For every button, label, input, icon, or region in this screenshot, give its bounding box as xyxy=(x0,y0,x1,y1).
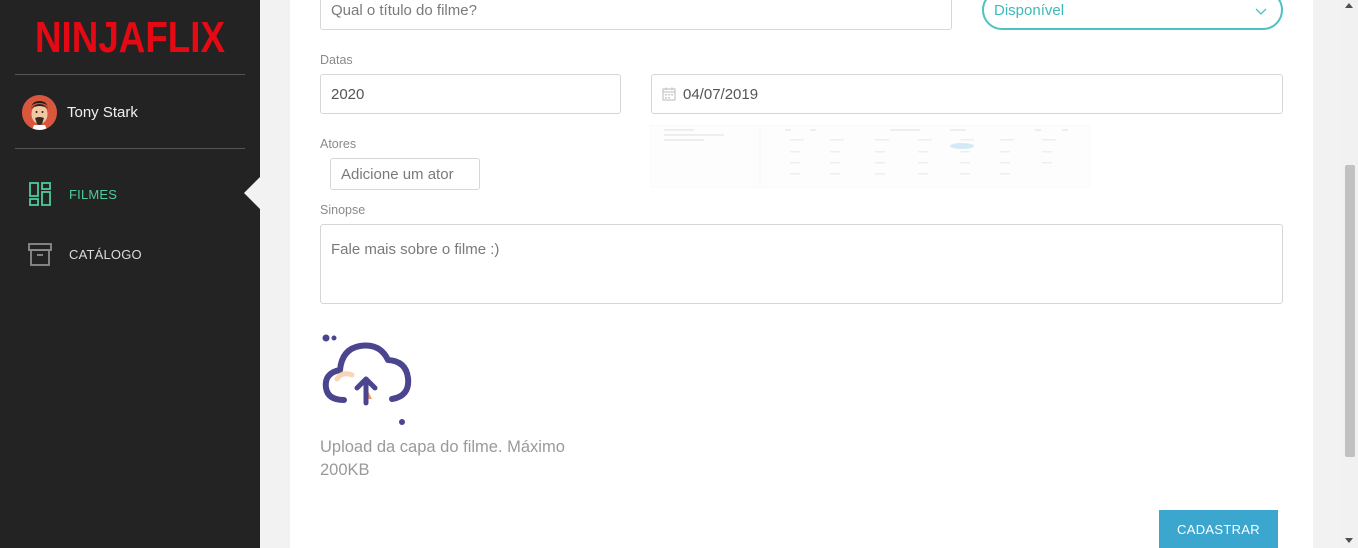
chevron-down-icon xyxy=(1255,8,1267,15)
ninjaflix-logo[interactable]: NINJAFLIX xyxy=(34,12,226,62)
sidebar-item-filmes[interactable]: FILMES xyxy=(28,181,117,207)
page-scrollbar[interactable] xyxy=(1341,0,1358,548)
active-indicator xyxy=(244,177,260,209)
sidebar: NINJAFLIX Tony Stark FILMES CATÁLOGO xyxy=(0,0,260,548)
dashboard-icon xyxy=(29,182,51,206)
status-select-value: Disponível xyxy=(994,1,1065,19)
release-date-value: 04/07/2019 xyxy=(683,85,759,103)
datepicker-popup-ghost xyxy=(650,125,1090,188)
user-profile[interactable]: Tony Stark xyxy=(22,95,138,130)
user-name: Tony Stark xyxy=(67,104,138,121)
upload-instructions: Upload da capa do filme. Máximo 200KB xyxy=(320,438,565,479)
sidebar-divider xyxy=(15,74,245,75)
sidebar-item-label: CATÁLOGO xyxy=(69,246,142,262)
calendar-icon xyxy=(662,87,676,101)
sidebar-divider xyxy=(15,148,245,149)
tony-stark-avatar-icon xyxy=(22,95,57,130)
dates-label: Datas xyxy=(320,53,353,67)
scroll-down-arrow-icon[interactable] xyxy=(1345,538,1353,543)
actor-input[interactable]: Adicione um ator xyxy=(330,158,480,190)
year-input-value: 2020 xyxy=(331,85,365,103)
sidebar-item-label: FILMES xyxy=(69,186,118,202)
sidebar-item-catalogo[interactable]: CATÁLOGO xyxy=(28,241,142,267)
year-input[interactable]: 2020 xyxy=(320,74,621,114)
status-select[interactable]: Disponível xyxy=(982,0,1283,30)
title-input[interactable]: Qual o título do filme? xyxy=(320,0,952,30)
scroll-up-arrow-icon[interactable] xyxy=(1345,3,1353,8)
actor-input-placeholder: Adicione um ator xyxy=(341,165,454,183)
movie-form-card: Qual o título do filme? Disponível Datas… xyxy=(290,0,1313,548)
synopsis-placeholder: Fale mais sobre o filme :) xyxy=(331,241,500,258)
logo-text: NINJAFLIX xyxy=(35,13,225,62)
scrollbar-thumb[interactable] xyxy=(1345,165,1355,457)
archive-box-icon xyxy=(28,243,52,266)
release-date-input[interactable]: 04/07/2019 xyxy=(651,74,1283,114)
cadastrar-button[interactable]: CADASTRAR xyxy=(1159,510,1278,548)
logo-wordmark: NINJAFLIX xyxy=(35,13,225,62)
cloud-upload-icon[interactable] xyxy=(322,333,418,427)
avatar xyxy=(22,95,57,130)
synopsis-textarea[interactable]: Fale mais sobre o filme :) xyxy=(320,224,1283,304)
title-input-placeholder: Qual o título do filme? xyxy=(331,1,477,19)
synopsis-label: Sinopse xyxy=(320,203,366,217)
actors-label: Atores xyxy=(320,137,357,151)
